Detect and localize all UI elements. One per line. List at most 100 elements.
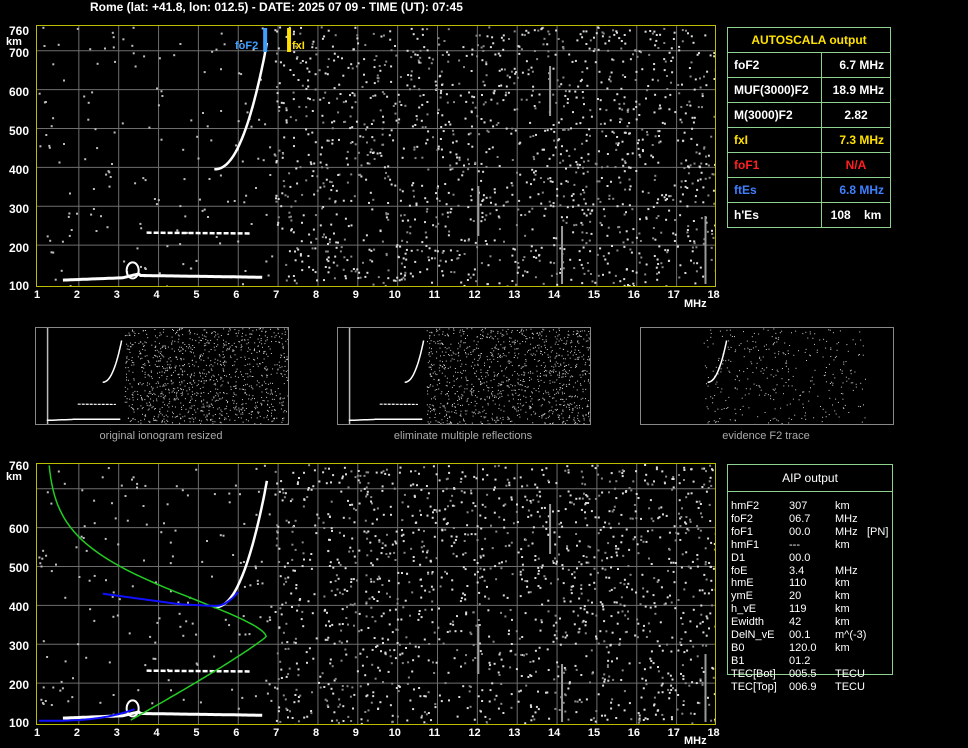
noise-dot [421,28,424,31]
noise-dot [645,217,648,220]
noise-dot [413,195,415,198]
thumb-noise-dot [278,341,280,343]
thumb-noise-dot [224,419,225,421]
noise-dot [562,76,565,79]
noise-dot [606,557,609,560]
thumb-noise-dot [434,417,436,418]
noise-dot [294,200,297,203]
thumb-noise-dot [574,396,576,398]
noise-dot [310,710,313,712]
noise-dot [405,248,408,251]
thumb-noise-dot [158,395,160,397]
noise-dot [585,561,588,564]
thumb-noise-dot [147,374,149,376]
noise-dot [323,686,326,688]
thumb-noise-dot [483,417,485,419]
thumb-noise-dot [491,348,493,350]
thumb-noise-dot [179,350,181,352]
thumb-noise-dot [142,343,144,345]
thumb-noise-dot [255,408,257,410]
noise-dot [354,656,357,659]
thumb-noise-dot [225,341,227,343]
noise-dot [683,588,686,591]
thumb-noise-dot [707,385,709,387]
noise-dot [616,205,619,208]
thumb-noise-dot [471,383,473,385]
thumb-noise-dot [439,406,441,408]
thumb-noise-dot [786,404,788,406]
thumb-noise-dot [846,380,848,382]
thumb-noise-dot [751,363,753,365]
noise-dot [543,148,545,151]
noise-dot [426,268,429,271]
thumb-noise-dot [182,342,184,344]
thumb-noise-dot [436,374,438,376]
noise-dot [431,608,433,611]
thumb-noise-dot [569,416,571,418]
thumb-noise-dot [254,398,255,400]
thumb-noise-dot [141,397,142,399]
thumb-noise-dot [170,367,172,369]
noise-dot [390,80,393,83]
thumb-noise-dot [514,348,516,350]
thumb-noise-dot [542,328,544,330]
thumb-noise-dot [433,397,435,399]
thumb-noise-dot [529,337,531,339]
thumb-noise-dot [158,377,160,379]
thumb-noise-dot [206,373,208,375]
noise-dot [628,178,631,181]
noise-dot [421,33,424,36]
noise-dot [597,532,600,535]
thumb-noise-dot [753,332,755,334]
thumb-noise-dot [189,333,191,335]
noise-dot [573,148,576,151]
thumb-noise-dot [212,374,214,376]
thumb-noise-dot [279,393,281,395]
thumb-noise-dot [214,336,216,338]
noise-dot [132,26,135,29]
noise-dot [706,617,709,620]
noise-dot [335,246,338,249]
noise-dot [83,95,86,98]
noise-dot [310,163,313,166]
thumb-noise-dot [442,331,444,333]
thumb-noise-dot [141,384,143,386]
noise-dot [318,69,321,72]
thumb-noise-dot [549,359,551,361]
noise-dot [663,58,666,61]
thumb-noise-dot [240,349,242,351]
noise-dot [297,700,300,703]
noise-dot [320,26,323,29]
noise-dot [275,544,278,547]
noise-dot [608,576,611,579]
noise-dot [562,128,565,131]
thumb-noise-dot [574,420,576,422]
noise-dot [471,125,473,128]
noise-dot [49,239,52,242]
thumb-noise-dot [155,382,157,384]
thumb-noise-dot [199,339,201,341]
thumb-noise-dot [125,367,127,369]
noise-dot [318,480,321,483]
noise-dot [656,201,659,204]
thumb-noise-dot [525,360,527,362]
noise-dot [282,102,285,105]
noise-dot [534,577,537,579]
thumb-noise-dot [553,366,555,368]
noise-dot [382,681,384,684]
noise-dot [652,662,655,665]
thumb-noise-dot [220,422,222,424]
thumb-noise-dot [780,407,782,409]
noise-dot [391,682,394,685]
noise-dot [297,720,300,723]
thumb-noise-dot [142,364,144,365]
thumb-noise-dot [734,379,736,381]
noise-dot [140,227,143,230]
thumb-noise-dot [484,362,485,364]
thumb-noise-dot [196,394,198,396]
noise-dot [300,26,302,29]
thumb-noise-dot [566,365,567,366]
thumb-noise-dot [431,348,432,350]
thumb-noise-dot [203,405,205,407]
thumb-noise-dot [161,393,163,394]
